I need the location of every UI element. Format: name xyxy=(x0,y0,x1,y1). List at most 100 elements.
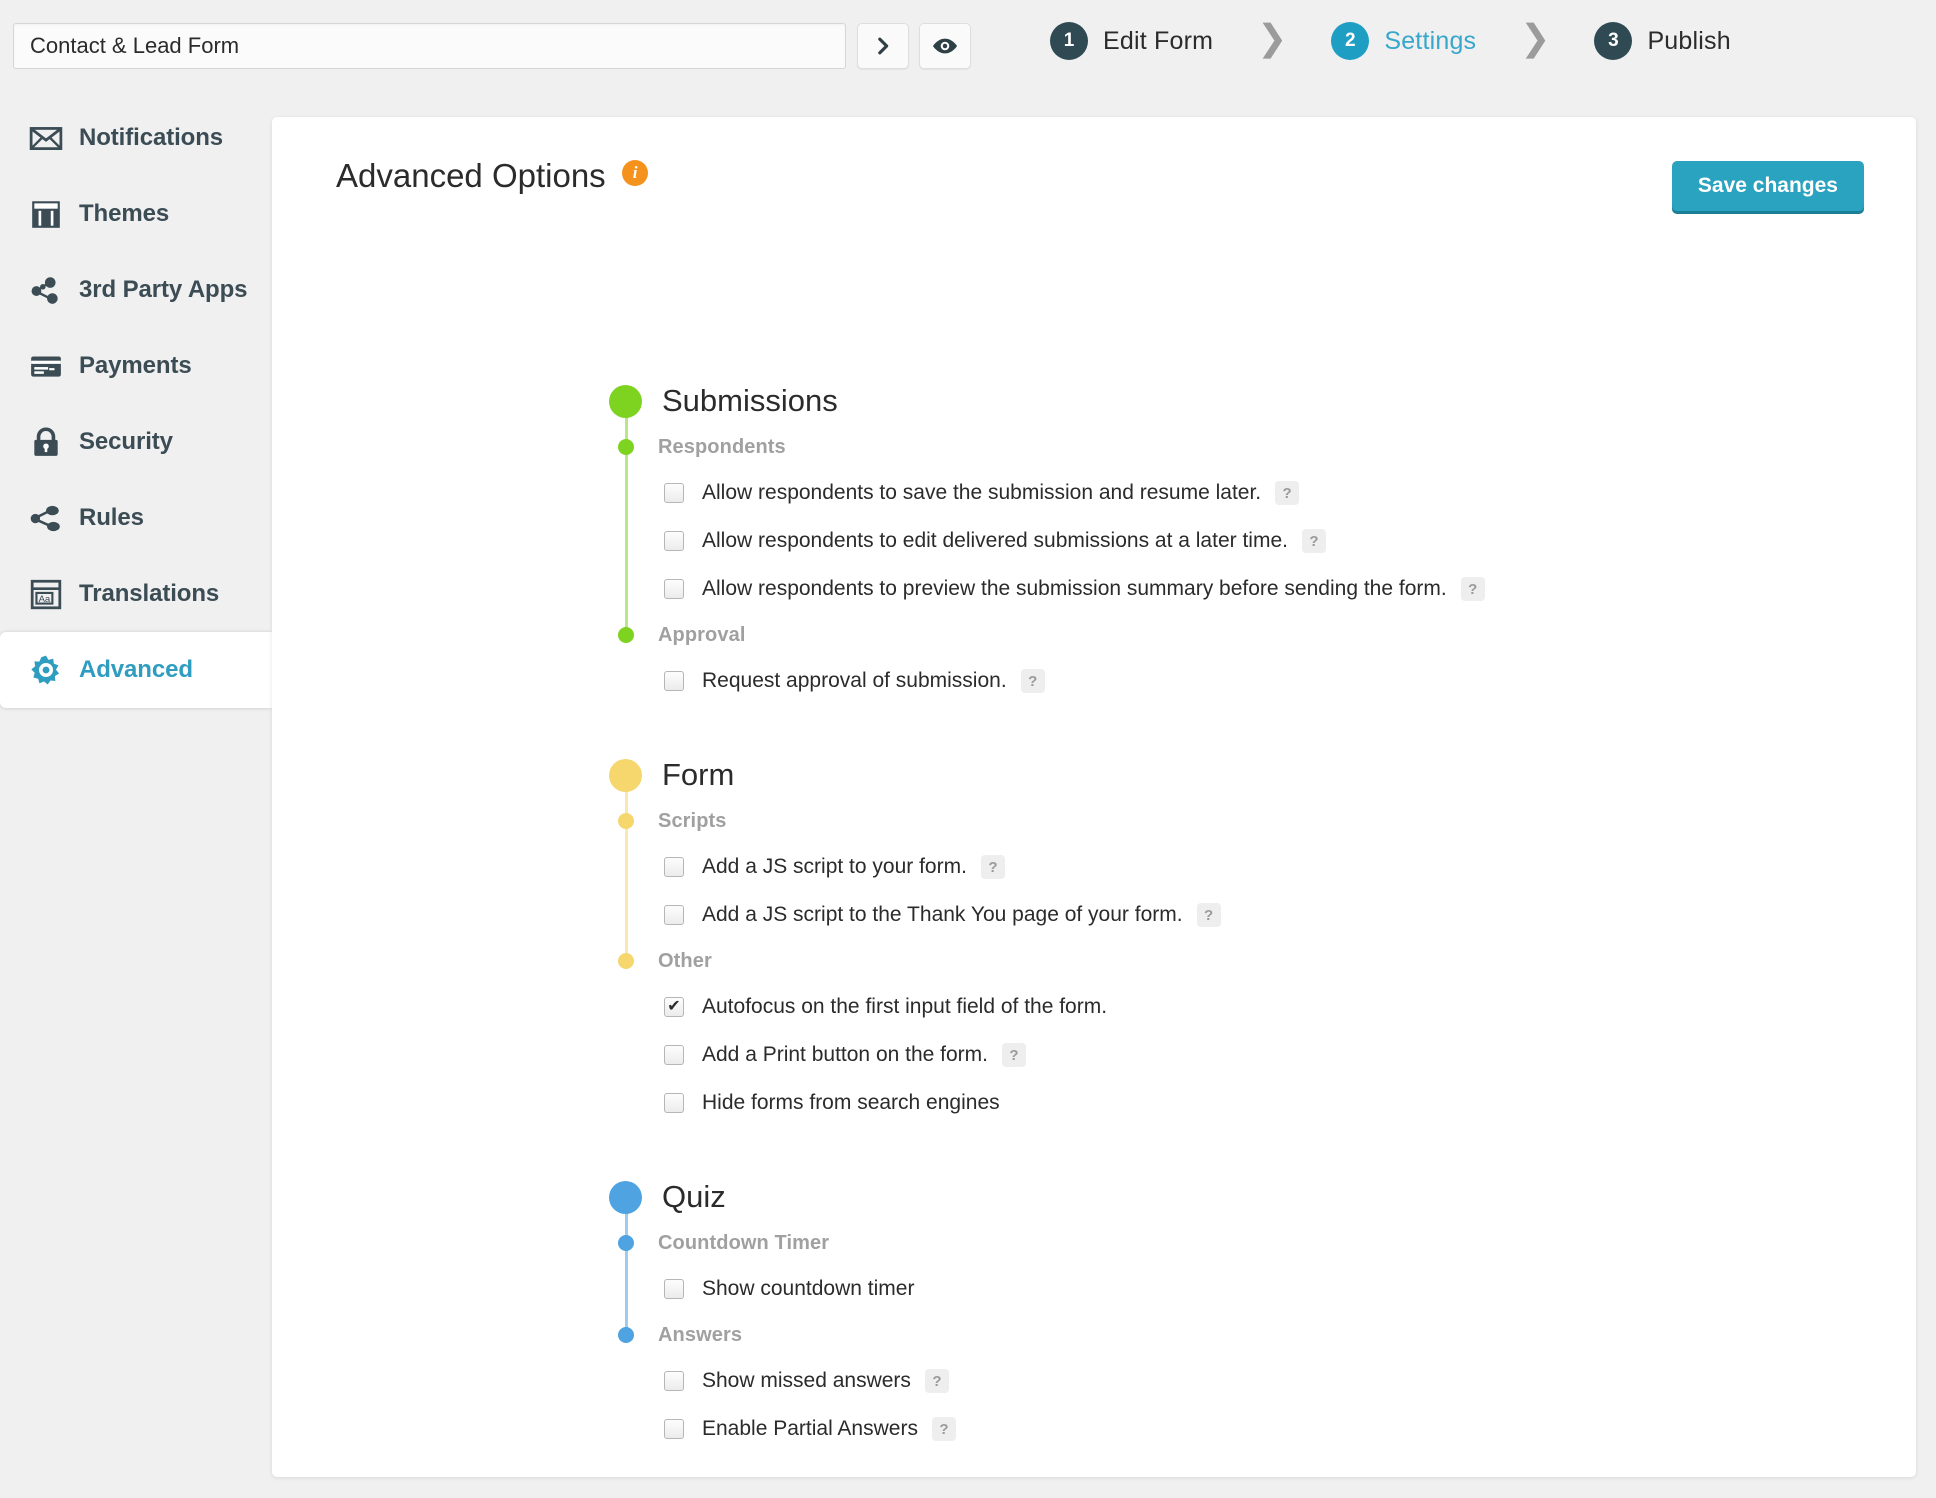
section-form: Form Scripts Add a JS script to your for… xyxy=(602,751,1876,1127)
step-separator-icon: ❯ xyxy=(1520,17,1551,58)
step-publish[interactable]: 3 Publish xyxy=(1594,22,1731,60)
option-label: Hide forms from search engines xyxy=(702,1091,1000,1114)
option-checkbox[interactable] xyxy=(664,1279,684,1299)
section-submissions: Submissions Respondents Allow respondent… xyxy=(602,377,1876,705)
option-row: Allow respondents to edit delivered subm… xyxy=(642,517,1876,565)
group-dot-icon xyxy=(618,1235,634,1251)
option-label: Add a JS script to the Thank You page of… xyxy=(702,903,1183,926)
option-label: Allow respondents to preview the submiss… xyxy=(702,577,1447,600)
group-countdown-timer: Countdown Timer Show countdown timer xyxy=(602,1221,1876,1313)
group-header: Scripts xyxy=(602,799,1876,843)
group-dot-icon xyxy=(618,1327,634,1343)
lock-icon xyxy=(34,427,58,456)
sidebar-item-rules[interactable]: Rules xyxy=(0,480,272,556)
sidebar-item-notifications[interactable]: Notifications xyxy=(0,100,272,176)
option-list: Show missed answers ? Enable Partial Ans… xyxy=(602,1357,1876,1453)
group-header: Approval xyxy=(602,613,1876,657)
save-changes-button[interactable]: Save changes xyxy=(1671,161,1864,211)
group-header: Answers xyxy=(602,1313,1876,1357)
option-row: Enable Partial Answers ? xyxy=(642,1405,1876,1453)
sidebar-item-themes[interactable]: Themes xyxy=(0,176,272,252)
option-checkbox[interactable] xyxy=(664,1045,684,1065)
group-scripts: Scripts Add a JS script to your form. ? … xyxy=(602,799,1876,939)
group-title: Approval xyxy=(658,623,746,646)
group-title: Countdown Timer xyxy=(658,1231,830,1254)
option-checkbox[interactable] xyxy=(664,483,684,503)
group-title: Respondents xyxy=(658,435,786,458)
svg-text:Aa: Aa xyxy=(39,594,51,605)
step-separator-icon: ❯ xyxy=(1257,17,1288,58)
section-quiz: Quiz Countdown Timer Show countdown time… xyxy=(602,1173,1876,1453)
option-checkbox[interactable] xyxy=(664,857,684,877)
option-checkbox[interactable] xyxy=(664,997,684,1017)
option-checkbox[interactable] xyxy=(664,671,684,691)
sidebar-item-security[interactable]: Security xyxy=(0,404,272,480)
sidebar-item-payments[interactable]: Payments xyxy=(0,328,272,404)
step-number: 2 xyxy=(1331,22,1370,60)
option-list: Allow respondents to save the submission… xyxy=(602,469,1876,613)
group-dot-icon xyxy=(618,813,634,829)
page-title: Advanced Options xyxy=(336,157,606,194)
option-checkbox[interactable] xyxy=(664,531,684,551)
share-nodes-icon xyxy=(30,505,60,532)
sidebar-item-translations[interactable]: Aa Translations xyxy=(0,556,272,632)
apps-nodes-icon xyxy=(31,277,58,304)
section-header: Quiz xyxy=(602,1173,1876,1221)
option-label: Add a Print button on the form. xyxy=(702,1043,989,1066)
sidebar-item-label: Translations xyxy=(79,580,220,607)
help-icon[interactable]: ? xyxy=(1275,481,1300,505)
help-icon[interactable]: ? xyxy=(1020,669,1045,693)
option-row: Request approval of submission. ? xyxy=(642,657,1876,705)
option-checkbox[interactable] xyxy=(664,1419,684,1439)
section-title: Submissions xyxy=(662,383,838,418)
help-icon[interactable]: ? xyxy=(1460,577,1485,601)
advanced-options-panel: Advanced Options i Save changes Submissi… xyxy=(272,117,1916,1477)
group-dot-icon xyxy=(618,439,634,455)
option-checkbox[interactable] xyxy=(664,905,684,925)
help-icon[interactable]: ? xyxy=(931,1417,956,1441)
option-row: Autofocus on the first input field of th… xyxy=(642,983,1876,1031)
options-sections: Submissions Respondents Allow respondent… xyxy=(602,377,1876,1453)
help-icon[interactable]: ? xyxy=(980,855,1005,879)
sidebar-item-advanced[interactable]: Advanced xyxy=(0,632,272,708)
step-number: 1 xyxy=(1050,22,1088,60)
envelope-icon xyxy=(28,120,64,156)
info-icon[interactable]: i xyxy=(622,160,649,186)
option-row: Add a JS script to your form. ? xyxy=(642,843,1876,891)
share-nodes-icon xyxy=(28,500,64,536)
help-icon[interactable]: ? xyxy=(1301,529,1326,553)
sidebar-item-label: Rules xyxy=(79,504,144,531)
preview-form-button[interactable] xyxy=(919,23,971,69)
translations-aa-icon: Aa xyxy=(28,576,64,612)
option-checkbox[interactable] xyxy=(664,1371,684,1391)
option-row: Allow respondents to preview the submiss… xyxy=(642,565,1876,613)
step-edit-form[interactable]: 1 Edit Form xyxy=(1050,22,1213,60)
option-checkbox[interactable] xyxy=(664,1093,684,1113)
top-bar: 1 Edit Form ❯ 2 Settings ❯ 3 Publish xyxy=(0,0,1936,82)
help-icon[interactable]: ? xyxy=(924,1369,949,1393)
sidebar-item-3rd-party-apps[interactable]: 3rd Party Apps xyxy=(0,252,272,328)
section-dot-icon xyxy=(609,758,642,792)
option-row: Allow respondents to save the submission… xyxy=(642,469,1876,517)
section-title: Form xyxy=(662,757,735,792)
option-label: Add a JS script to your form. xyxy=(702,855,967,878)
help-icon[interactable]: ? xyxy=(1002,1043,1027,1067)
step-number: 3 xyxy=(1594,22,1633,60)
sidebar-item-label: 3rd Party Apps xyxy=(79,276,248,303)
section-dot-icon xyxy=(609,384,642,418)
next-step-button[interactable] xyxy=(857,23,909,69)
panel-header: Advanced Options i Save changes xyxy=(336,157,1864,227)
group-header: Other xyxy=(602,939,1876,983)
step-label: Edit Form xyxy=(1103,26,1214,55)
help-icon[interactable]: ? xyxy=(1196,903,1221,927)
option-row: Show missed answers ? xyxy=(642,1357,1876,1405)
option-checkbox[interactable] xyxy=(664,579,684,599)
chevron-right-icon xyxy=(878,37,889,55)
group-other: Other Autofocus on the first input field… xyxy=(602,939,1876,1127)
step-settings[interactable]: 2 Settings xyxy=(1331,22,1476,60)
form-title-input[interactable] xyxy=(13,23,846,69)
section-header: Submissions xyxy=(602,377,1876,425)
sidebar-item-label: Notifications xyxy=(79,124,224,151)
